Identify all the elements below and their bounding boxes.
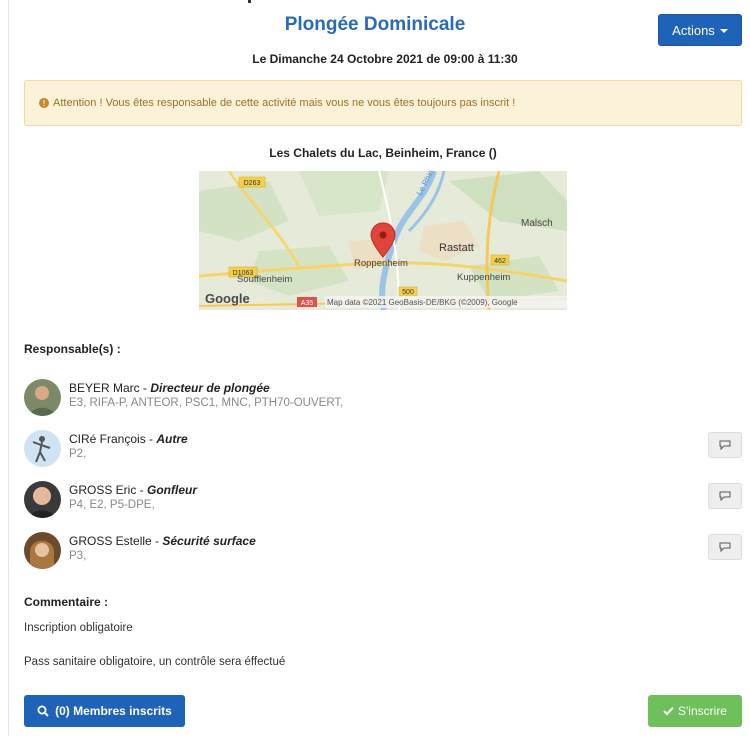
responsable-role: Sécurité surface — [162, 534, 256, 548]
responsable-qualifications: E3, RIFA-P, ANTEOR, PSC1, MNC, PTH70-OUV… — [69, 397, 344, 409]
responsable-name: CIRé François — [69, 432, 146, 446]
map-road-label: A35 — [301, 300, 314, 307]
map-road-label: 500 — [402, 289, 414, 296]
responsable-name-line: GROSS Eric - Gonfleur — [69, 483, 198, 497]
register-button-label: S'inscrire — [678, 704, 727, 718]
comment-heading: Commentaire : — [24, 595, 109, 609]
top-bar-fragment — [8, 0, 750, 4]
check-icon — [663, 706, 674, 716]
responsable-role: Autre — [156, 432, 188, 446]
avatar — [24, 379, 61, 416]
responsable-item: CIRé François - Autre P2, — [24, 430, 742, 470]
responsable-qualifications: P2, — [69, 448, 87, 460]
map-town-label: Soufflenheim — [237, 274, 292, 285]
responsable-item: GROSS Eric - Gonfleur P4, E2, P5-DPE, — [24, 481, 742, 521]
responsable-item: BEYER Marc - Directeur de plongée E3, RI… — [24, 379, 742, 419]
responsables-heading: Responsable(s) : — [24, 342, 121, 356]
message-button[interactable] — [708, 432, 742, 458]
comment-icon — [719, 542, 731, 552]
comment-icon — [719, 491, 731, 501]
responsable-name: GROSS Eric — [69, 483, 137, 497]
comment-icon — [719, 440, 731, 450]
responsable-name-line: CIRé François - Autre — [69, 432, 188, 446]
members-button[interactable]: (0) Membres inscrits — [24, 695, 185, 727]
responsable-qualifications: P4, E2, P5-DPE, — [69, 499, 155, 511]
responsable-name-line: GROSS Estelle - Sécurité surface — [69, 534, 256, 548]
message-button[interactable] — [708, 483, 742, 509]
comment-line: Inscription obligatoire — [24, 622, 133, 634]
comment-line: Pass sanitaire obligatoire, un contrôle … — [24, 656, 286, 668]
map-canvas: D263 D1063 462 500 A35 Le Rhin Malsch Ra… — [199, 171, 567, 310]
responsable-item: GROSS Estelle - Sécurité surface P3, — [24, 532, 742, 572]
actions-dropdown-button[interactable]: Actions — [658, 14, 742, 46]
event-title: Plongée Dominicale — [284, 14, 466, 35]
event-location: Les Chalets du Lac, Beinheim, France () — [269, 146, 497, 160]
search-icon — [37, 705, 49, 717]
responsable-role: Gonfleur — [147, 483, 198, 497]
members-button-label: (0) Membres inscrits — [55, 704, 172, 718]
avatar — [24, 532, 61, 569]
register-button[interactable]: S'inscrire — [648, 695, 742, 727]
warning-alert: ! Attention ! Vous êtes responsable de c… — [24, 80, 742, 126]
google-logo: Google — [205, 291, 250, 306]
event-date: Le Dimanche 24 Octobre 2021 de 09:00 à 1… — [252, 52, 518, 66]
responsable-name: GROSS Estelle — [69, 534, 152, 548]
responsable-role: Directeur de plongée — [150, 381, 270, 395]
map-town-label: Malsch — [521, 218, 553, 229]
caret-down-icon — [719, 28, 728, 33]
map-town-label: Roppenheim — [354, 258, 408, 269]
exclamation-circle-icon: ! — [39, 98, 49, 108]
responsable-qualifications: P3, — [69, 550, 87, 562]
responsable-name: BEYER Marc — [69, 381, 140, 395]
map-town-label: Rastatt — [439, 242, 474, 254]
alert-text: Attention ! Vous êtes responsable de cet… — [53, 97, 516, 109]
map-road-label: D263 — [244, 180, 261, 187]
map-road-label: 462 — [494, 258, 506, 265]
avatar — [24, 481, 61, 518]
actions-label: Actions — [672, 22, 715, 38]
map-town-label: Kuppenheim — [457, 272, 510, 283]
message-button[interactable] — [708, 534, 742, 560]
avatar — [24, 430, 61, 467]
location-map[interactable]: D263 D1063 462 500 A35 Le Rhin Malsch Ra… — [199, 171, 567, 310]
map-credit: Map data ©2021 GeoBasis-DE/BKG (©2009), … — [327, 298, 518, 307]
responsable-name-line: BEYER Marc - Directeur de plongée — [69, 381, 270, 395]
content-left-border — [8, 0, 9, 736]
